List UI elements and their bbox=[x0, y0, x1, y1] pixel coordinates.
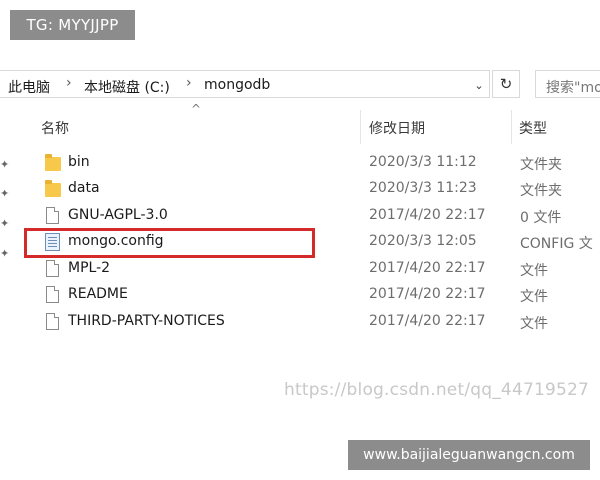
pin-icon[interactable]: ✦ bbox=[0, 158, 12, 172]
file-date: 2017/4/20 22:17 bbox=[369, 286, 486, 302]
file-type: 文件 bbox=[520, 316, 548, 332]
file-date: 2017/4/20 22:17 bbox=[369, 260, 486, 276]
breadcrumb-separator[interactable]: › bbox=[186, 75, 192, 91]
file-icon bbox=[44, 206, 62, 226]
address-dropdown-button[interactable]: ⌄ bbox=[468, 71, 490, 99]
column-header-type[interactable]: 类型 bbox=[519, 118, 547, 138]
file-name: bin bbox=[68, 154, 90, 170]
refresh-icon: ↻ bbox=[499, 75, 513, 93]
address-bar[interactable]: 此电脑 › 本地磁盘 (C:) › mongodb ⌄ bbox=[0, 70, 490, 98]
file-type: 文件 bbox=[520, 263, 548, 279]
file-type: 文件夹 bbox=[520, 183, 562, 199]
file-type: 文件夹 bbox=[520, 157, 562, 173]
file-date: 2020/3/3 11:23 bbox=[369, 180, 477, 196]
file-row-gnu-agpl[interactable]: GNU-AGPL-3.0 2017/4/20 22:17 0 文件 bbox=[38, 203, 600, 229]
file-icon bbox=[44, 312, 62, 332]
chevron-down-icon: ⌄ bbox=[474, 78, 484, 92]
file-row-data[interactable]: data 2020/3/3 11:23 文件夹 bbox=[38, 176, 600, 202]
file-type: 0 文件 bbox=[520, 210, 562, 226]
file-row-readme[interactable]: README 2017/4/20 22:17 文件 bbox=[38, 282, 600, 308]
folder-icon bbox=[44, 153, 62, 173]
pin-icon[interactable]: ✦ bbox=[0, 217, 12, 231]
column-header-name[interactable]: 名称 bbox=[41, 118, 69, 138]
file-row-third-party-notices[interactable]: THIRD-PARTY-NOTICES 2017/4/20 22:17 文件 bbox=[38, 309, 600, 335]
folder-icon bbox=[44, 179, 62, 199]
pin-icon[interactable]: ✦ bbox=[0, 187, 12, 201]
file-name: GNU-AGPL-3.0 bbox=[68, 207, 168, 223]
file-name: README bbox=[68, 286, 128, 302]
file-date: 2017/4/20 22:17 bbox=[369, 207, 486, 223]
watermark-text: https://blog.csdn.net/qq_44719527 bbox=[284, 380, 590, 400]
search-placeholder: 搜索"mo bbox=[546, 80, 600, 96]
breadcrumb-this-pc[interactable]: 此电脑 bbox=[8, 77, 50, 97]
site-label-badge: www.baijialeguanwangcn.com bbox=[348, 440, 590, 470]
file-name: data bbox=[68, 180, 100, 196]
file-row-mpl[interactable]: MPL-2 2017/4/20 22:17 文件 bbox=[38, 256, 600, 282]
pin-icon[interactable]: ✦ bbox=[0, 247, 12, 261]
breadcrumb-mongodb[interactable]: mongodb bbox=[204, 77, 270, 93]
sort-ascending-icon: ^ bbox=[191, 102, 202, 116]
breadcrumb-local-disk[interactable]: 本地磁盘 (C:) bbox=[84, 77, 170, 97]
highlight-box bbox=[24, 228, 315, 258]
file-icon bbox=[44, 285, 62, 305]
address-bar-row: 此电脑 › 本地磁盘 (C:) › mongodb ⌄ ↻ 搜索"mo bbox=[0, 70, 600, 100]
column-divider[interactable] bbox=[511, 110, 512, 144]
tg-label-badge: TG: MYYJJPP bbox=[10, 10, 135, 40]
file-type: CONFIG 文 bbox=[520, 236, 593, 252]
column-header-date[interactable]: 修改日期 bbox=[369, 118, 425, 138]
file-name: THIRD-PARTY-NOTICES bbox=[68, 313, 225, 329]
file-row-bin[interactable]: bin 2020/3/3 11:12 文件夹 bbox=[38, 150, 600, 176]
file-date: 2020/3/3 11:12 bbox=[369, 154, 477, 170]
breadcrumb-separator[interactable]: › bbox=[66, 75, 72, 91]
refresh-button[interactable]: ↻ bbox=[492, 70, 520, 98]
file-icon bbox=[44, 259, 62, 279]
search-input[interactable]: 搜索"mo bbox=[535, 70, 600, 98]
file-date: 2020/3/3 12:05 bbox=[369, 233, 477, 249]
file-date: 2017/4/20 22:17 bbox=[369, 313, 486, 329]
column-divider[interactable] bbox=[360, 110, 361, 144]
file-type: 文件 bbox=[520, 289, 548, 305]
file-name: MPL-2 bbox=[68, 260, 111, 276]
